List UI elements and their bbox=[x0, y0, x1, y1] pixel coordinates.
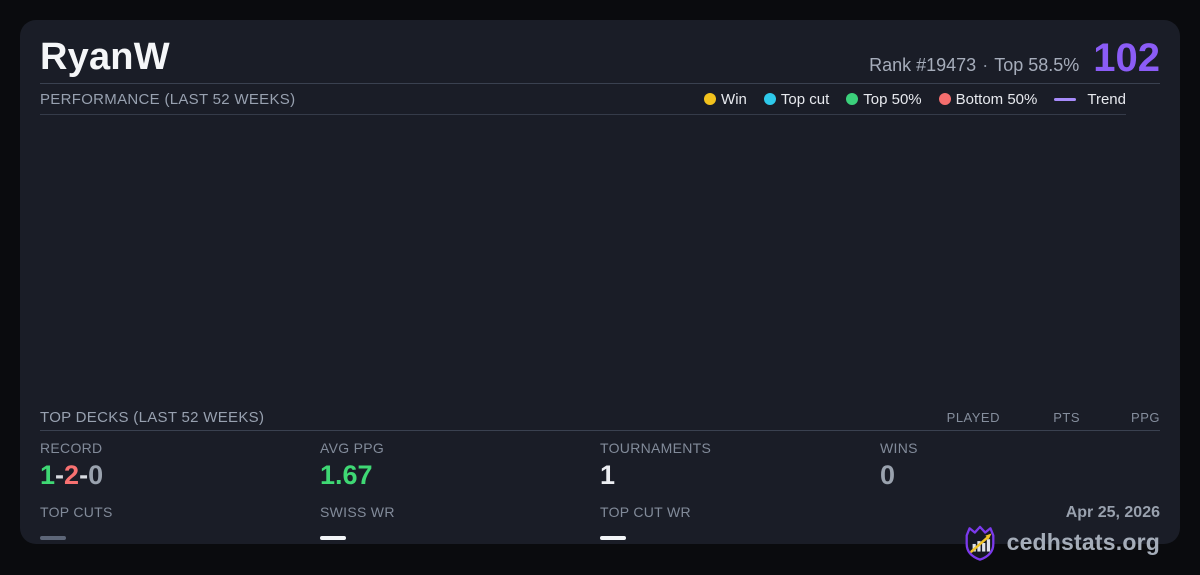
rank-summary: Rank #19473 · Top 58.5% 102 bbox=[869, 36, 1160, 80]
stat-wins: WINS 0 bbox=[880, 440, 1160, 504]
stat-tournaments-label: TOURNAMENTS bbox=[600, 440, 712, 456]
bottom50-dot-icon bbox=[938, 93, 951, 105]
legend-item-win: Win bbox=[704, 91, 747, 108]
stat-wins-value: 0 bbox=[880, 460, 896, 490]
stat-swiss-wr: SWISS WR bbox=[320, 504, 600, 575]
stat-record-label: RECORD bbox=[40, 440, 103, 456]
legend-item-bottom50: Bottom 50% bbox=[938, 90, 1038, 108]
column-header-ppg: PPG bbox=[1131, 409, 1160, 425]
stat-tournaments: TOURNAMENTS 1 bbox=[600, 440, 880, 504]
record-separator: - bbox=[55, 460, 65, 490]
stat-top-cut-wr: TOP CUT WR bbox=[600, 504, 880, 575]
rank-text: Rank #19473 bbox=[869, 55, 977, 75]
player-stats-card: RyanW Rank #19473 · Top 58.5% 102 PERFORMA… bbox=[20, 20, 1180, 561]
legend-item-trend: Trend bbox=[1054, 91, 1126, 108]
stat-wins-label: WINS bbox=[880, 440, 918, 456]
stat-avg-ppg-label: AVG PPG bbox=[320, 440, 385, 456]
top-cuts-empty-dash bbox=[40, 535, 66, 540]
legend-label-win: Win bbox=[721, 90, 747, 108]
stat-record: RECORD 1-2-0 bbox=[40, 440, 320, 504]
swiss-wr-empty-dash bbox=[320, 535, 346, 540]
rank-separator: · bbox=[982, 55, 989, 75]
stats-grid: RECORD 1-2-0 AVG PPG 1.67 TOURNAMENTS 1 … bbox=[40, 431, 1160, 575]
card-header: RyanW Rank #19473 · Top 58.5% 102 bbox=[40, 20, 1160, 84]
legend-label-trend: Trend bbox=[1087, 90, 1126, 108]
brand-link[interactable]: cedhstats.org bbox=[961, 524, 1160, 562]
record-losses: 2 bbox=[64, 460, 80, 490]
performance-chart-area bbox=[40, 115, 1160, 404]
performance-label: PERFORMANCE (LAST 52 WEEKS) bbox=[40, 90, 296, 108]
top-cut-wr-empty-dash bbox=[600, 535, 626, 540]
stat-top-cut-wr-label: TOP CUT WR bbox=[600, 503, 691, 520]
stat-top-cuts-label: TOP CUTS bbox=[40, 503, 113, 520]
win-dot-icon bbox=[704, 93, 717, 105]
top-decks-label: TOP DECKS (LAST 52 WEEKS) bbox=[40, 408, 265, 426]
column-header-pts: PTS bbox=[1053, 409, 1080, 425]
record-wins: 1 bbox=[40, 460, 56, 490]
top-decks-section-header: TOP DECKS (LAST 52 WEEKS) PLAYED PTS PPG bbox=[40, 404, 1160, 431]
brand-name: cedhstats.org bbox=[1006, 529, 1160, 556]
player-score: 102 bbox=[1093, 36, 1160, 80]
shield-chart-arrow-icon bbox=[961, 524, 999, 562]
stat-avg-ppg: AVG PPG 1.67 bbox=[320, 440, 600, 504]
player-name: RyanW bbox=[40, 36, 170, 78]
rank-line: Rank #19473 · Top 58.5% bbox=[869, 55, 1079, 76]
trend-line-icon bbox=[1054, 97, 1077, 101]
record-separator: - bbox=[79, 460, 89, 490]
legend-label-bottom50: Bottom 50% bbox=[955, 90, 1038, 108]
legend-item-top50: Top 50% bbox=[846, 90, 922, 108]
performance-section-header: PERFORMANCE (LAST 52 WEEKS) Win Top cut … bbox=[40, 84, 1126, 115]
top50-dot-icon bbox=[846, 93, 859, 105]
legend-label-topcut: Top cut bbox=[780, 90, 830, 108]
stat-tournaments-value: 1 bbox=[600, 460, 616, 490]
stat-top-cuts: TOP CUTS bbox=[40, 504, 320, 575]
stat-record-value: 1-2-0 bbox=[40, 460, 320, 491]
legend-item-topcut: Top cut bbox=[763, 90, 830, 108]
top-percent-text: Top 58.5% bbox=[994, 55, 1080, 75]
stat-avg-ppg-value: 1.67 bbox=[320, 460, 373, 490]
column-header-played: PLAYED bbox=[946, 409, 1000, 425]
stat-swiss-wr-label: SWISS WR bbox=[320, 503, 395, 520]
chart-legend: Win Top cut Top 50% Bottom 50% Trend bbox=[704, 91, 1126, 108]
record-draws: 0 bbox=[88, 460, 104, 490]
legend-label-top50: Top 50% bbox=[863, 90, 922, 108]
card-footer: Apr 25, 2026 cedhstats.org bbox=[880, 504, 1160, 575]
generated-date: Apr 25, 2026 bbox=[1065, 503, 1160, 521]
topcut-dot-icon bbox=[763, 93, 776, 105]
top-decks-column-headers: PLAYED PTS PPG bbox=[920, 410, 1160, 425]
